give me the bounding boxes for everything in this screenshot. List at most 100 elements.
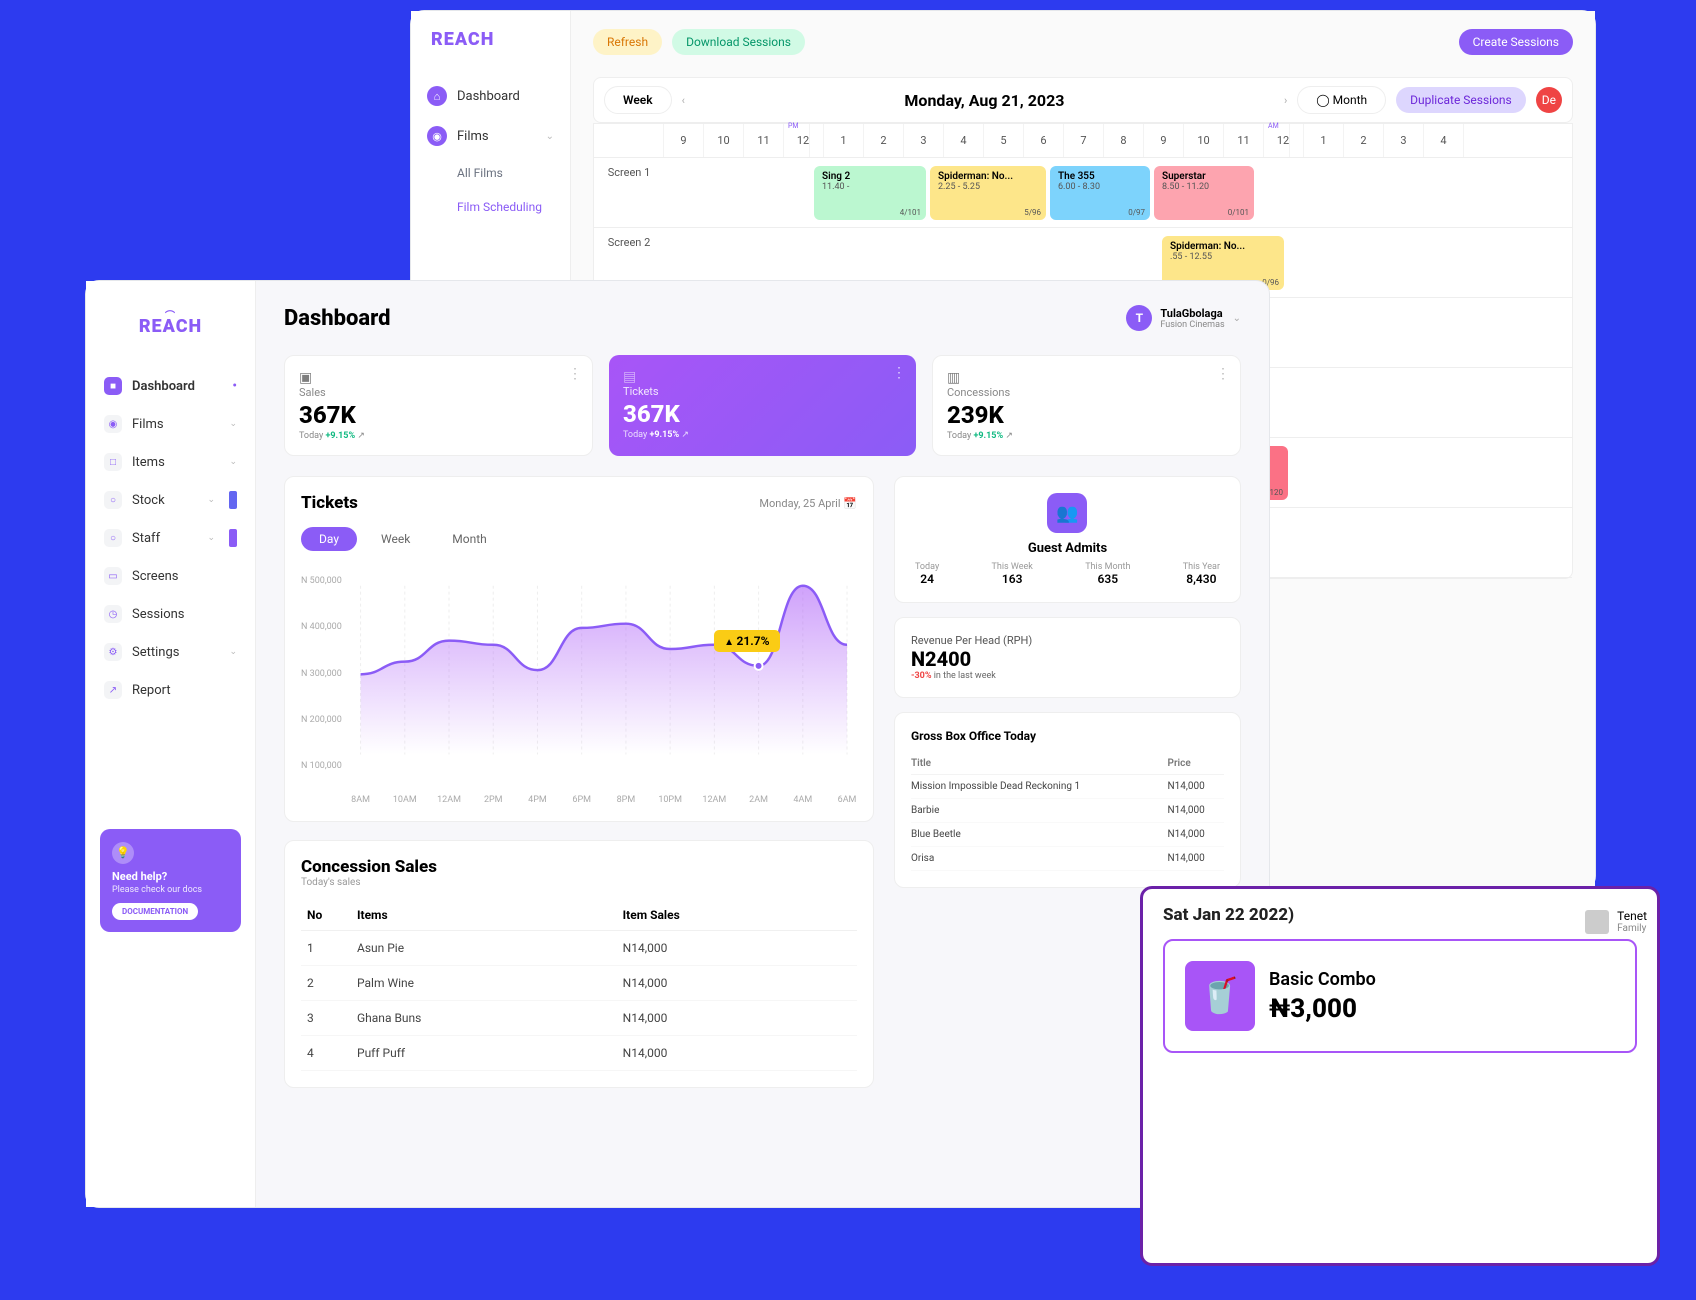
tab-month[interactable]: Month xyxy=(434,527,504,551)
nav-icon: ◉ xyxy=(104,415,122,433)
documentation-button[interactable]: DOCUMENTATION xyxy=(112,903,198,920)
rph-title: Revenue Per Head (RPH) xyxy=(911,634,1224,647)
sidebar-item-items[interactable]: □Items⌄ xyxy=(86,443,255,481)
chevron-down-icon: ⌄ xyxy=(546,131,554,142)
avatar: T xyxy=(1126,305,1152,331)
front-sidebar: REACH ■Dashboard◉Films⌄□Items⌄○Stock⌄○St… xyxy=(86,281,256,1207)
nav-icon: ○ xyxy=(104,491,122,509)
chevron-down-icon: ⌄ xyxy=(229,647,237,657)
combo-price: ₦3,000 xyxy=(1269,994,1376,1024)
concession-table: No Items Item Sales 1Asun PieN14,0002Pal… xyxy=(301,900,857,1071)
ticket-side: Tenet Family xyxy=(1585,909,1647,934)
guest-col: This Year8,430 xyxy=(1183,562,1220,586)
movie-thumb-icon xyxy=(1585,910,1609,934)
sidebar-item-screens[interactable]: ▭Screens xyxy=(86,557,255,595)
guest-admits-panel: 👥 Guest Admits Today24This Week163This M… xyxy=(894,476,1241,603)
combo-name: Basic Combo xyxy=(1269,969,1376,990)
refresh-button[interactable]: Refresh xyxy=(593,29,662,55)
x-tick: 10AM xyxy=(393,795,417,805)
lightbulb-icon: 💡 xyxy=(112,842,134,864)
card-icon: ▤ xyxy=(623,369,902,385)
sidebar-item-report[interactable]: ↗Report xyxy=(86,671,255,709)
table-row: 1Asun PieN14,000 xyxy=(301,931,857,966)
sidebar-item-stock[interactable]: ○Stock⌄ xyxy=(86,481,255,519)
nav-icon: ⚙ xyxy=(104,643,122,661)
stat-card-tickets[interactable]: ⋮▤Tickets367KToday +9.15% ↗ xyxy=(609,355,916,456)
stat-cards: ⋮▣Sales367KToday +9.15% ↗⋮▤Tickets367KTo… xyxy=(284,355,1241,456)
chevron-down-icon: ⌄ xyxy=(207,533,215,543)
y-tick: N 300,000 xyxy=(301,669,342,679)
timeline-header: 91011PM121234567891011AM121234 xyxy=(594,124,1572,158)
nav-dashboard[interactable]: ⌂Dashboard xyxy=(411,76,570,116)
session-event[interactable]: Sing 211.40 - 4/101 xyxy=(814,166,926,220)
y-tick: N 500,000 xyxy=(301,576,342,586)
nav-icon: □ xyxy=(104,453,122,471)
sidebar-item-dashboard[interactable]: ■Dashboard xyxy=(86,367,255,405)
sidebar-item-staff[interactable]: ○Staff⌄ xyxy=(86,519,255,557)
session-event[interactable]: Superstar8.50 - 11.200/101 xyxy=(1154,166,1254,220)
tab-day[interactable]: Day xyxy=(301,527,357,551)
screen-row: Screen 1Sing 211.40 - 4/101Spiderman: No… xyxy=(594,158,1572,228)
x-tick: 8AM xyxy=(351,795,370,805)
session-event[interactable]: The 3556.00 - 8.300/97 xyxy=(1050,166,1150,220)
user-menu[interactable]: T TulaGbolaga Fusion Cinemas ⌄ xyxy=(1126,305,1241,331)
view-week-pill[interactable]: Week xyxy=(604,86,672,114)
ticket-window: Sat Jan 22 2022) Tenet Family 🥤 Basic Co… xyxy=(1140,886,1660,1266)
sidebar-item-sessions[interactable]: ◷Sessions xyxy=(86,595,255,633)
x-tick: 6AM xyxy=(838,795,857,805)
duplicate-sessions-button[interactable]: Duplicate Sessions xyxy=(1396,87,1526,113)
guest-admits-title: Guest Admits xyxy=(911,541,1224,556)
x-tick: 2PM xyxy=(484,795,503,805)
guest-col: This Month635 xyxy=(1085,562,1130,586)
front-nav: ■Dashboard◉Films⌄□Items⌄○Stock⌄○Staff⌄▭S… xyxy=(86,367,255,709)
page-header: Dashboard T TulaGbolaga Fusion Cinemas ⌄ xyxy=(284,305,1241,331)
download-sessions-button[interactable]: Download Sessions xyxy=(672,29,805,55)
chart-tabs: DayWeekMonth xyxy=(301,527,857,551)
nav-icon: ■ xyxy=(104,377,122,395)
content-columns: Tickets Monday, 25 April 📅 DayWeekMonth … xyxy=(284,476,1241,1088)
sidebar-item-films[interactable]: ◉Films⌄ xyxy=(86,405,255,443)
session-event[interactable]: Spiderman: No...2.25 - 5.255/96 xyxy=(930,166,1046,220)
delete-sessions-button[interactable]: De xyxy=(1536,87,1562,113)
table-row: BarbieN14,000 xyxy=(911,799,1224,823)
app-logo: REACH xyxy=(86,307,255,337)
dashboard-window: REACH ■Dashboard◉Films⌄□Items⌄○Stock⌄○St… xyxy=(85,280,1270,1208)
gbo-table: TitlePrice Mission Impossible Dead Recko… xyxy=(911,753,1224,871)
stat-card-sales[interactable]: ⋮▣Sales367KToday +9.15% ↗ xyxy=(284,355,593,456)
concession-panel: Concession Sales Today's sales No Items … xyxy=(284,840,874,1088)
table-row: Blue BeetleN14,000 xyxy=(911,823,1224,847)
user-company: Fusion Cinemas xyxy=(1160,320,1224,330)
stat-card-concessions[interactable]: ⋮▥Concessions239KToday +9.15% ↗ xyxy=(932,355,1241,456)
next-day-icon[interactable]: › xyxy=(1284,94,1287,107)
view-month-pill[interactable]: ◯ Month xyxy=(1297,86,1386,114)
current-date: Monday, Aug 21, 2023 xyxy=(904,91,1064,110)
concession-subtitle: Today's sales xyxy=(301,877,857,888)
x-tick: 4AM xyxy=(793,795,812,805)
app-logo: REACH xyxy=(411,29,570,76)
nav-film-scheduling[interactable]: Film Scheduling xyxy=(411,190,570,224)
concession-title: Concession Sales xyxy=(301,857,857,877)
x-tick: 8PM xyxy=(617,795,636,805)
user-name: TulaGbolaga xyxy=(1160,307,1224,320)
guest-col: This Week163 xyxy=(992,562,1033,586)
chevron-down-icon: ⌄ xyxy=(229,419,237,429)
badge-icon xyxy=(229,491,237,509)
nav-all-films[interactable]: All Films xyxy=(411,156,570,190)
chevron-down-icon: ⌄ xyxy=(207,495,215,505)
tickets-date: Monday, 25 April 📅 xyxy=(759,497,857,510)
tab-week[interactable]: Week xyxy=(363,527,428,551)
help-title: Need help? xyxy=(112,870,229,883)
sidebar-item-settings[interactable]: ⚙Settings⌄ xyxy=(86,633,255,671)
rph-change: -30% in the last week xyxy=(911,671,1224,681)
front-main: Dashboard T TulaGbolaga Fusion Cinemas ⌄… xyxy=(256,281,1269,1207)
table-row: OrisaN14,000 xyxy=(911,847,1224,871)
card-icon: ▥ xyxy=(947,370,1226,386)
nav-films[interactable]: ◉Films⌄ xyxy=(411,116,570,156)
combo-card[interactable]: 🥤 Basic Combo ₦3,000 xyxy=(1163,939,1637,1053)
prev-day-icon[interactable]: ‹ xyxy=(682,94,685,107)
chevron-down-icon: ⌄ xyxy=(229,457,237,467)
chart-tooltip: 21.7% xyxy=(714,630,779,652)
table-row: 3Ghana BunsN14,000 xyxy=(301,1001,857,1036)
create-sessions-button[interactable]: Create Sessions xyxy=(1459,29,1573,55)
y-tick: N 400,000 xyxy=(301,622,342,632)
